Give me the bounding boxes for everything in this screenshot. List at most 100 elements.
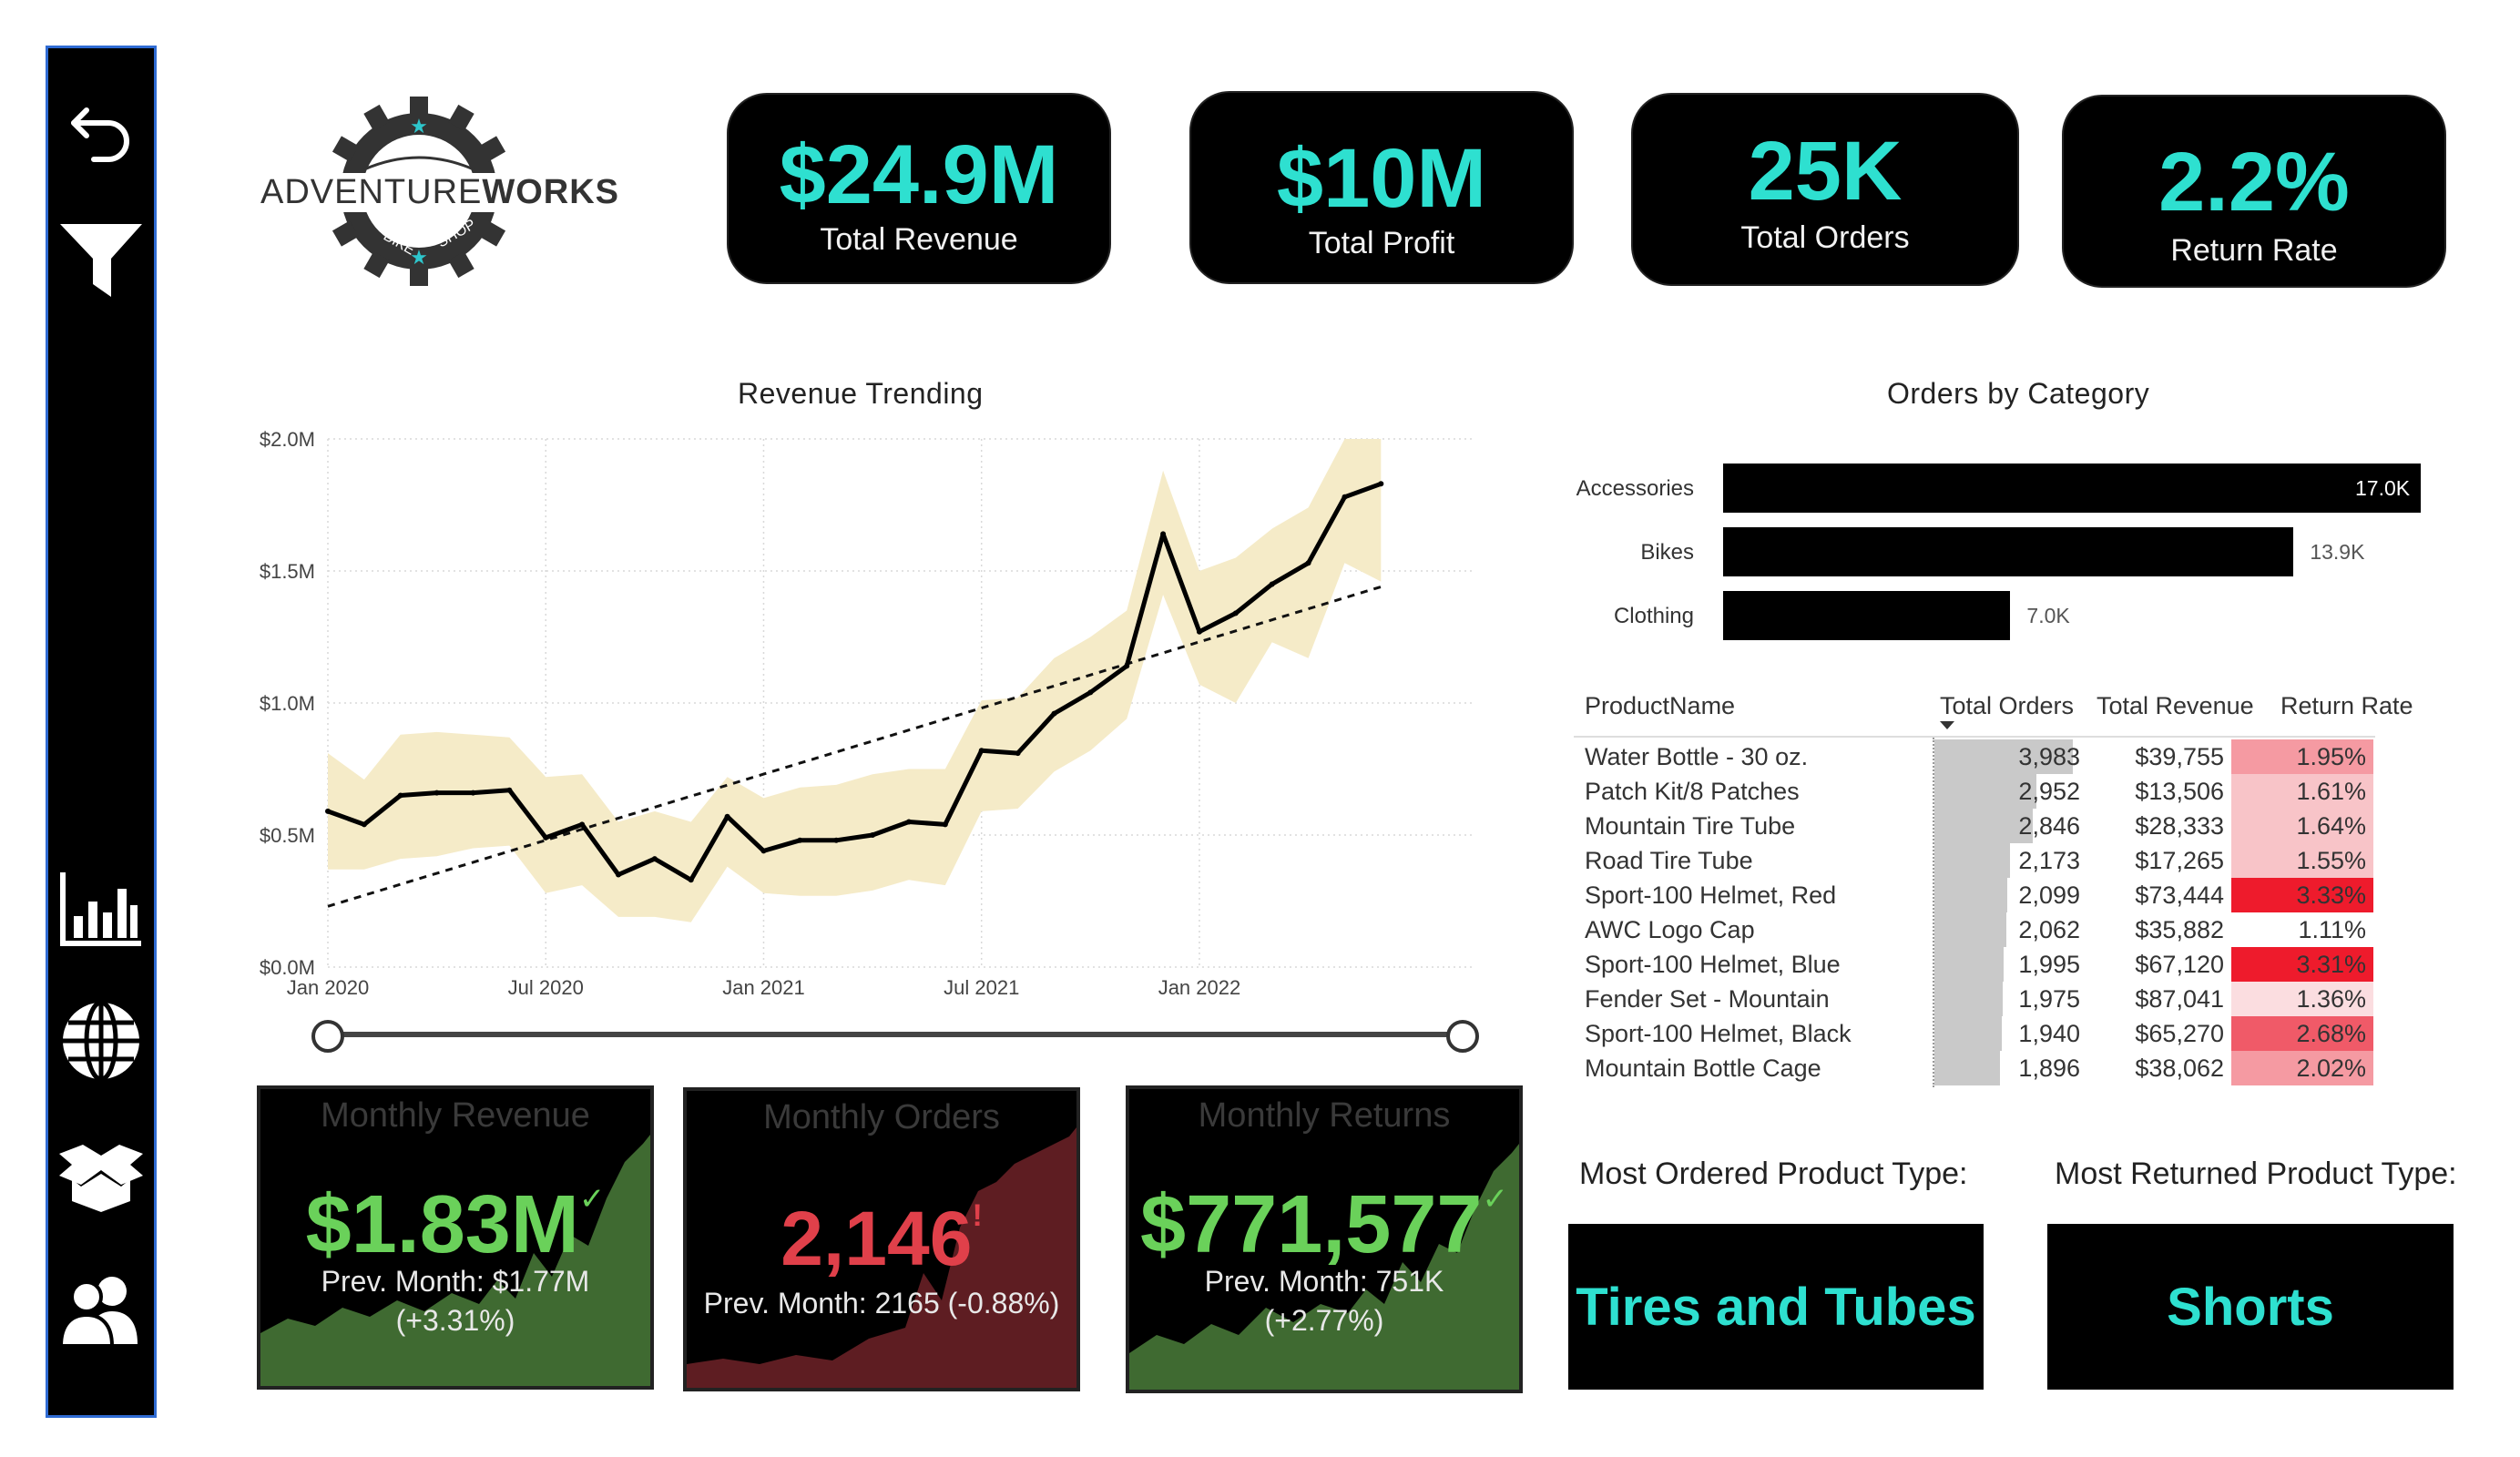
cell-return-rate: 1.95%: [2296, 743, 2366, 770]
card-title: Monthly Revenue: [321, 1096, 590, 1135]
card-value: $771,577✓: [1129, 1184, 1519, 1266]
revenue-data-point: [1015, 750, 1021, 757]
table-row[interactable]: Fender Set - Mountain 1,975 $87,041 1.36%: [1574, 982, 2430, 1016]
table-row[interactable]: Sport-100 Helmet, Black 1,940 $65,270 2.68%: [1574, 1016, 2430, 1051]
cell-total-revenue: $17,265: [2135, 847, 2224, 874]
cell-total-orders: 2,846: [2018, 812, 2080, 840]
col-header-product[interactable]: ProductName: [1585, 692, 1735, 720]
cell-return-rate: 1.61%: [2296, 778, 2366, 805]
cell-product-name: Mountain Tire Tube: [1585, 812, 1796, 840]
orders-category-title: Orders by Category: [1887, 377, 2150, 410]
category-bar[interactable]: [1723, 527, 2294, 576]
most-ordered-card: Tires and Tubes: [1568, 1224, 1984, 1390]
revenue-data-point: [1051, 710, 1057, 717]
delta-text: (+3.31%): [395, 1304, 515, 1338]
card-subtext: Prev. Month: 751K (+2.77%): [1129, 1262, 1519, 1340]
orders-by-category-chart[interactable]: Accessories 17.0K Bikes 13.9K Clothing 7.0K: [1566, 451, 2441, 651]
table-row[interactable]: Mountain Bottle Cage 1,896 $38,062 2.02%: [1574, 1051, 2430, 1085]
cell-total-orders: 2,952: [2018, 778, 2080, 805]
monthly-returns-card: Monthly Returns $771,577✓ Prev. Month: 7…: [1126, 1085, 1523, 1393]
revenue-data-point: [470, 790, 476, 796]
revenue-data-point: [325, 808, 331, 814]
customers-button[interactable]: [48, 1264, 154, 1355]
delta-text: (+2.77%): [1264, 1304, 1384, 1338]
filter-button[interactable]: [48, 214, 154, 305]
category-label: Bikes: [1640, 540, 1694, 565]
users-icon: [58, 1277, 138, 1348]
header-divider: [1574, 736, 2375, 738]
cell-product-name: Sport-100 Helmet, Blue: [1585, 951, 1841, 978]
category-bar[interactable]: [1723, 591, 2011, 640]
date-range-slider-track[interactable]: [330, 1032, 1464, 1037]
x-tick-label: Jan 2020: [287, 976, 370, 999]
most-ordered-value: Tires and Tubes: [1576, 1277, 1976, 1337]
table-row[interactable]: Patch Kit/8 Patches 2,952 $13,506 1.61%: [1574, 774, 2430, 809]
revenue-data-point: [397, 792, 403, 799]
table-row[interactable]: AWC Logo Cap 2,062 $35,882 1.11%: [1574, 912, 2430, 947]
revenue-trend-chart[interactable]: $0.0M$0.5M$1.0M$1.5M$2.0MJan 2020 Jul 202…: [209, 419, 1503, 1020]
category-value-label: 13.9K: [2310, 540, 2365, 564]
cell-return-rate: 1.55%: [2296, 847, 2366, 874]
cell-return-rate: 1.64%: [2296, 812, 2366, 840]
products-button[interactable]: [48, 1132, 154, 1223]
box-icon: [59, 1145, 143, 1212]
filter-icon: [60, 224, 142, 297]
geography-button[interactable]: [48, 995, 154, 1086]
card-value-text: $1.83M: [305, 1179, 579, 1270]
kpi-value: $10M: [1276, 132, 1487, 225]
revenue-data-point: [905, 819, 912, 825]
cell-total-orders: 1,995: [2018, 951, 2080, 978]
revenue-data-point: [688, 877, 694, 883]
revenue-data-point: [615, 871, 621, 878]
cell-total-orders: 2,062: [2018, 916, 2080, 943]
cell-total-revenue: $35,882: [2135, 916, 2224, 943]
slider-start-handle[interactable]: [311, 1020, 344, 1053]
cell-total-orders: 3,983: [2018, 743, 2080, 770]
table-row[interactable]: Road Tire Tube 2,173 $17,265 1.55%: [1574, 843, 2430, 878]
revenue-data-point: [543, 834, 549, 841]
bar-chart-icon: [60, 872, 141, 946]
x-tick-label: Jul 2020: [508, 976, 584, 999]
back-button[interactable]: [48, 92, 154, 179]
revenue-data-point: [1305, 560, 1311, 566]
revenue-data-point: [724, 813, 730, 820]
revenue-data-point: [760, 848, 767, 854]
revenue-data-point: [1160, 531, 1167, 537]
analytics-button[interactable]: [48, 863, 154, 954]
table-row[interactable]: Mountain Tire Tube 2,846 $28,333 1.64%: [1574, 809, 2430, 843]
card-subtext: Prev. Month: $1.77M (+3.31%): [260, 1262, 650, 1340]
slider-end-handle[interactable]: [1446, 1020, 1479, 1053]
cell-return-rate: 2.68%: [2296, 1020, 2366, 1047]
col-header-return-rate[interactable]: Return Rate: [2280, 692, 2413, 720]
revenue-data-point: [1378, 481, 1384, 487]
category-value-label: 7.0K: [2026, 604, 2070, 627]
brand-text-bold: WORKS: [482, 173, 620, 211]
table-row[interactable]: Water Bottle - 30 oz. 3,983 $39,755 1.95%: [1574, 739, 2430, 774]
cell-total-revenue: $13,506: [2135, 778, 2224, 805]
cell-total-orders: 2,173: [2018, 847, 2080, 874]
table-row[interactable]: Sport-100 Helmet, Blue 1,995 $67,120 3.31%: [1574, 947, 2430, 982]
monthly-orders-card: Monthly Orders 2,146! Prev. Month: 2165 …: [683, 1087, 1080, 1391]
x-tick-label: Jan 2021: [722, 976, 805, 999]
cell-total-orders: 1,940: [2018, 1020, 2080, 1047]
revenue-data-point: [1196, 628, 1202, 635]
sidebar-nav: [46, 46, 157, 1418]
revenue-data-point: [506, 787, 513, 793]
kpi-label: Total Revenue: [820, 222, 1018, 257]
cell-return-rate: 1.11%: [2298, 916, 2366, 943]
cell-return-rate: 1.36%: [2296, 985, 2366, 1013]
category-label: Clothing: [1613, 604, 1694, 628]
prev-month-text: Prev. Month: 2165 (-0.88%): [703, 1287, 1060, 1319]
y-tick-label: $2.0M: [260, 428, 315, 451]
category-bar[interactable]: [1723, 464, 2421, 513]
check-mark-icon: ✓: [1482, 1182, 1508, 1217]
monthly-revenue-card: Monthly Revenue $1.83M✓ Prev. Month: $1.…: [257, 1085, 654, 1390]
col-header-orders[interactable]: Total Orders: [1940, 692, 2074, 720]
card-title: Monthly Orders: [763, 1098, 1000, 1136]
sort-desc-icon[interactable]: [1940, 721, 1954, 729]
col-header-revenue[interactable]: Total Revenue: [2097, 692, 2254, 720]
category-value-label: 17.0K: [2355, 476, 2411, 500]
kpi-label: Total Orders: [1740, 220, 1910, 255]
cell-return-rate: 3.33%: [2296, 881, 2366, 909]
table-row[interactable]: Sport-100 Helmet, Red 2,099 $73,444 3.33%: [1574, 878, 2430, 912]
